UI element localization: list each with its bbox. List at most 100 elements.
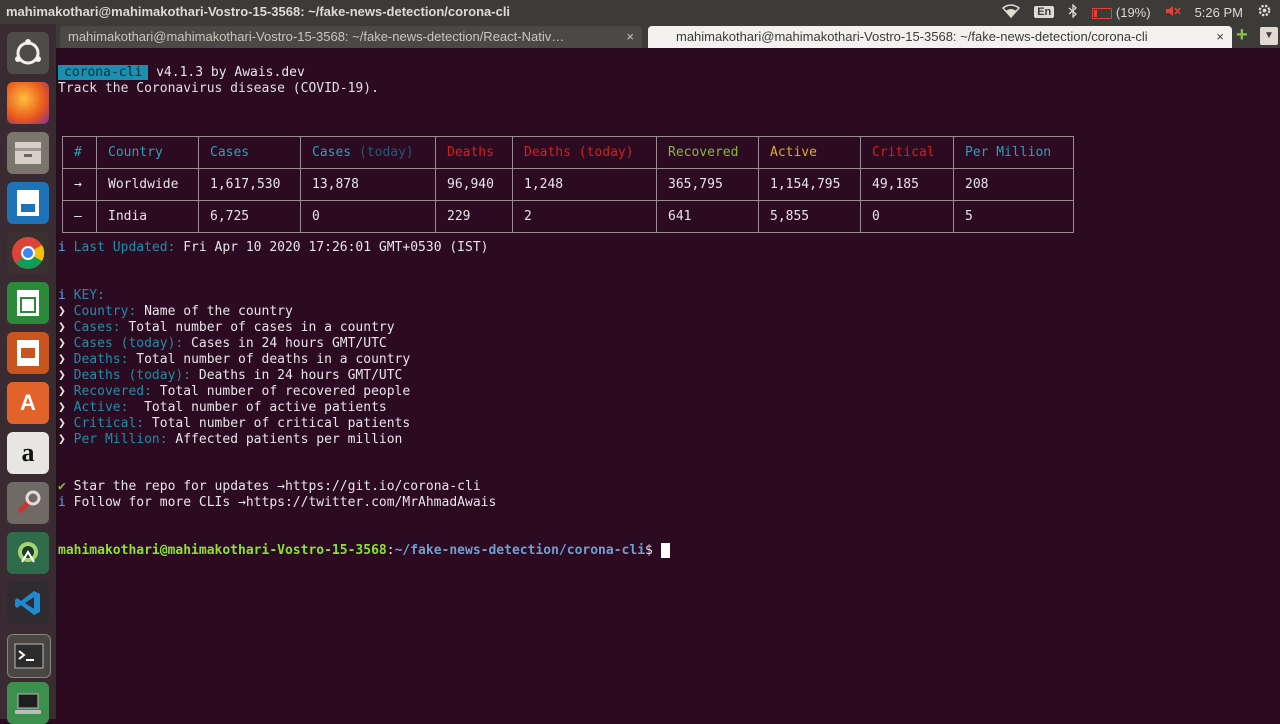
cell-cases: 1,617,530: [198, 168, 301, 201]
key-item: ❯ Critical: Total number of critical pat…: [58, 416, 411, 431]
tool-name-badge: corona-cli: [58, 65, 149, 80]
tab-label: mahimakothari@mahimakothari-Vostro-15-35…: [676, 29, 1148, 44]
volume-muted-icon[interactable]: [1165, 4, 1181, 21]
stats-table: # Country Cases Cases (today) Deaths Dea…: [62, 136, 1074, 233]
info-icon: i: [58, 288, 66, 303]
bullet-icon: ❯: [58, 384, 66, 399]
col-country: Country: [96, 136, 199, 169]
tab-label: mahimakothari@mahimakothari-Vostro-15-35…: [68, 29, 565, 44]
cell-deaths: 229: [435, 200, 513, 233]
prompt-user: mahimakothari@mahimakothari-Vostro-15-35…: [58, 543, 387, 558]
android-studio-icon[interactable]: [7, 532, 49, 574]
trash-icon[interactable]: [7, 682, 49, 724]
col-deaths-today: Deaths (today): [512, 136, 657, 169]
cell-critical: 49,185: [860, 168, 954, 201]
tab-corona-cli[interactable]: mahimakothari@mahimakothari-Vostro-15-35…: [648, 26, 1232, 48]
cell-deaths-today: 2: [512, 200, 657, 233]
col-hash: #: [62, 136, 97, 169]
clock[interactable]: 5:26 PM: [1195, 5, 1243, 20]
bullet-icon: ❯: [58, 304, 66, 319]
tab-close-button[interactable]: ×: [626, 26, 634, 48]
cell-deaths-today: 1,248: [512, 168, 657, 201]
tab-close-button[interactable]: ×: [1216, 26, 1224, 48]
info-icon: i: [58, 495, 66, 510]
cell-country: India: [96, 200, 199, 233]
cell-recovered: 365,795: [656, 168, 759, 201]
key-item: ❯ Recovered: Total number of recovered p…: [58, 384, 411, 399]
bullet-icon: ❯: [58, 336, 66, 351]
table-row: → Worldwide 1,617,530 13,878 96,940 1,24…: [62, 168, 1074, 201]
bullet-icon: ❯: [58, 352, 66, 367]
col-per-million: Per Million: [953, 136, 1074, 169]
twitter-link[interactable]: https://twitter.com/MrAhmadAwais: [246, 495, 496, 510]
wifi-icon[interactable]: [1002, 3, 1021, 21]
row-marker: –: [62, 200, 97, 233]
writer-icon[interactable]: [7, 182, 49, 224]
impress-icon[interactable]: [7, 332, 49, 374]
top-panel: mahimakothari@mahimakothari-Vostro-15-35…: [0, 0, 1280, 24]
ubuntu-dash-icon[interactable]: [7, 32, 49, 74]
cell-recovered: 641: [656, 200, 759, 233]
keyboard-layout-indicator[interactable]: En: [1034, 6, 1055, 18]
table-row: – India 6,725 0 229 2 641 5,855 0 5: [62, 200, 1074, 233]
col-active: Active: [758, 136, 861, 169]
shell-prompt[interactable]: mahimakothari@mahimakothari-Vostro-15-35…: [58, 543, 670, 559]
cell-cases-today: 13,878: [300, 168, 436, 201]
check-icon: ✔: [58, 479, 66, 494]
new-tab-button[interactable]: +: [1236, 24, 1248, 47]
key-item: ❯ Deaths: Total number of deaths in a co…: [58, 352, 411, 367]
key-heading: i KEY:: [58, 288, 105, 303]
terminal-tab-bar: mahimakothari@mahimakothari-Vostro-15-35…: [56, 24, 1280, 48]
settings-icon[interactable]: [7, 482, 49, 524]
firefox-icon[interactable]: [7, 82, 49, 124]
cell-cases: 6,725: [198, 200, 301, 233]
last-updated-line: i Last Updated: Fri Apr 10 2020 17:26:01…: [58, 240, 489, 255]
power-gear-icon[interactable]: [1257, 3, 1272, 21]
cell-country: Worldwide: [96, 168, 199, 201]
chrome-icon[interactable]: [7, 232, 49, 274]
repo-link[interactable]: https://git.io/corona-cli: [285, 479, 481, 494]
key-item: ❯ Deaths (today): Deaths in 24 hours GMT…: [58, 368, 403, 383]
follow-line: i Follow for more CLIs →https://twitter.…: [58, 495, 497, 510]
col-cases: Cases: [198, 136, 301, 169]
amazon-icon[interactable]: a: [7, 432, 49, 474]
row-marker: →: [62, 168, 97, 201]
tab-menu-button[interactable]: ▼: [1260, 27, 1278, 45]
version-text: v4.1.3 by Awais.dev: [148, 65, 305, 80]
terminal-icon[interactable]: [7, 634, 51, 678]
bluetooth-icon[interactable]: [1068, 2, 1078, 21]
col-critical: Critical: [860, 136, 954, 169]
battery-icon: [1092, 7, 1113, 19]
tab-react-native[interactable]: mahimakothari@mahimakothari-Vostro-15-35…: [60, 26, 642, 48]
col-cases-today: Cases (today): [300, 136, 436, 169]
key-item: ❯ Cases (today): Cases in 24 hours GMT/U…: [58, 336, 387, 351]
text-cursor: [660, 543, 670, 558]
vscode-icon[interactable]: [7, 582, 49, 624]
window-title: mahimakothari@mahimakothari-Vostro-15-35…: [6, 4, 511, 19]
key-item: ❯ Country: Name of the country: [58, 304, 293, 319]
bullet-icon: ❯: [58, 320, 66, 335]
cell-active: 5,855: [758, 200, 861, 233]
battery-indicator[interactable]: (19%): [1092, 4, 1151, 20]
bullet-icon: ❯: [58, 368, 66, 383]
header-line: corona-cli v4.1.3 by Awais.dev: [58, 65, 305, 81]
key-item: ❯ Active: Total number of active patient…: [58, 400, 387, 415]
bullet-icon: ❯: [58, 432, 66, 447]
cell-active: 1,154,795: [758, 168, 861, 201]
battery-percent: (19%): [1115, 4, 1151, 20]
star-repo-line: ✔ Star the repo for updates →https://git…: [58, 479, 481, 494]
info-icon: i: [58, 240, 66, 255]
cell-critical: 0: [860, 200, 954, 233]
launcher-bar: A a: [0, 24, 57, 724]
files-icon[interactable]: [7, 132, 49, 174]
bullet-icon: ❯: [58, 400, 66, 415]
cell-per-million: 208: [953, 168, 1074, 201]
terminal-output[interactable]: corona-cli v4.1.3 by Awais.dev Track the…: [58, 48, 1280, 719]
cell-cases-today: 0: [300, 200, 436, 233]
key-item: ❯ Per Million: Affected patients per mil…: [58, 432, 403, 447]
col-recovered: Recovered: [656, 136, 759, 169]
calc-icon[interactable]: [7, 282, 49, 324]
table-header-row: # Country Cases Cases (today) Deaths Dea…: [62, 136, 1074, 169]
col-deaths: Deaths: [435, 136, 513, 169]
software-center-icon[interactable]: A: [7, 382, 49, 424]
